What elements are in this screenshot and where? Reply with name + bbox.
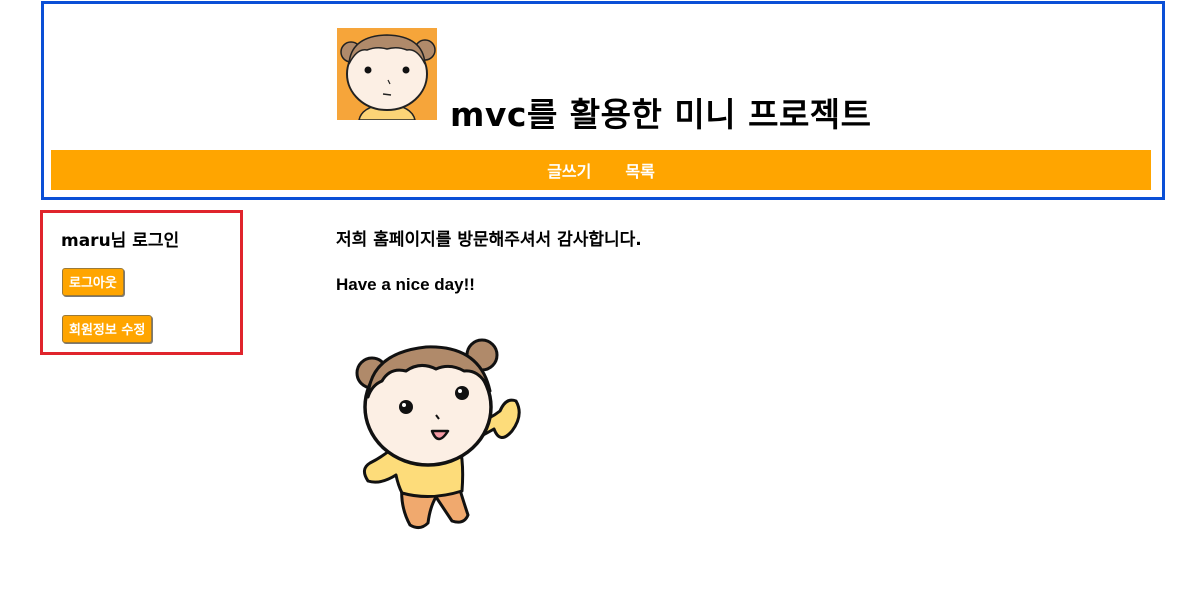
login-greeting: maru님 로그인 xyxy=(61,231,180,251)
main-nav: 글쓰기 목록 xyxy=(51,150,1151,190)
login-panel: maru님 로그인 로그아웃 회원정보 수정 xyxy=(40,210,243,355)
logout-button[interactable]: 로그아웃 xyxy=(62,268,124,296)
motto-text: Have a nice day!! xyxy=(336,275,475,294)
site-title: mvc를 활용한 미니 프로젝트 xyxy=(450,95,872,134)
nav-write-link[interactable]: 글쓰기 xyxy=(547,158,591,182)
welcome-text: 저희 홈페이지를 방문해주셔서 감사합니다. xyxy=(336,230,642,250)
waving-girl-icon xyxy=(340,335,530,535)
site-header: mvc를 활용한 미니 프로젝트 글쓰기 목록 xyxy=(41,1,1165,200)
nav-list-link[interactable]: 목록 xyxy=(625,158,654,182)
edit-profile-button[interactable]: 회원정보 수정 xyxy=(62,315,153,343)
girl-avatar-icon xyxy=(337,28,437,120)
